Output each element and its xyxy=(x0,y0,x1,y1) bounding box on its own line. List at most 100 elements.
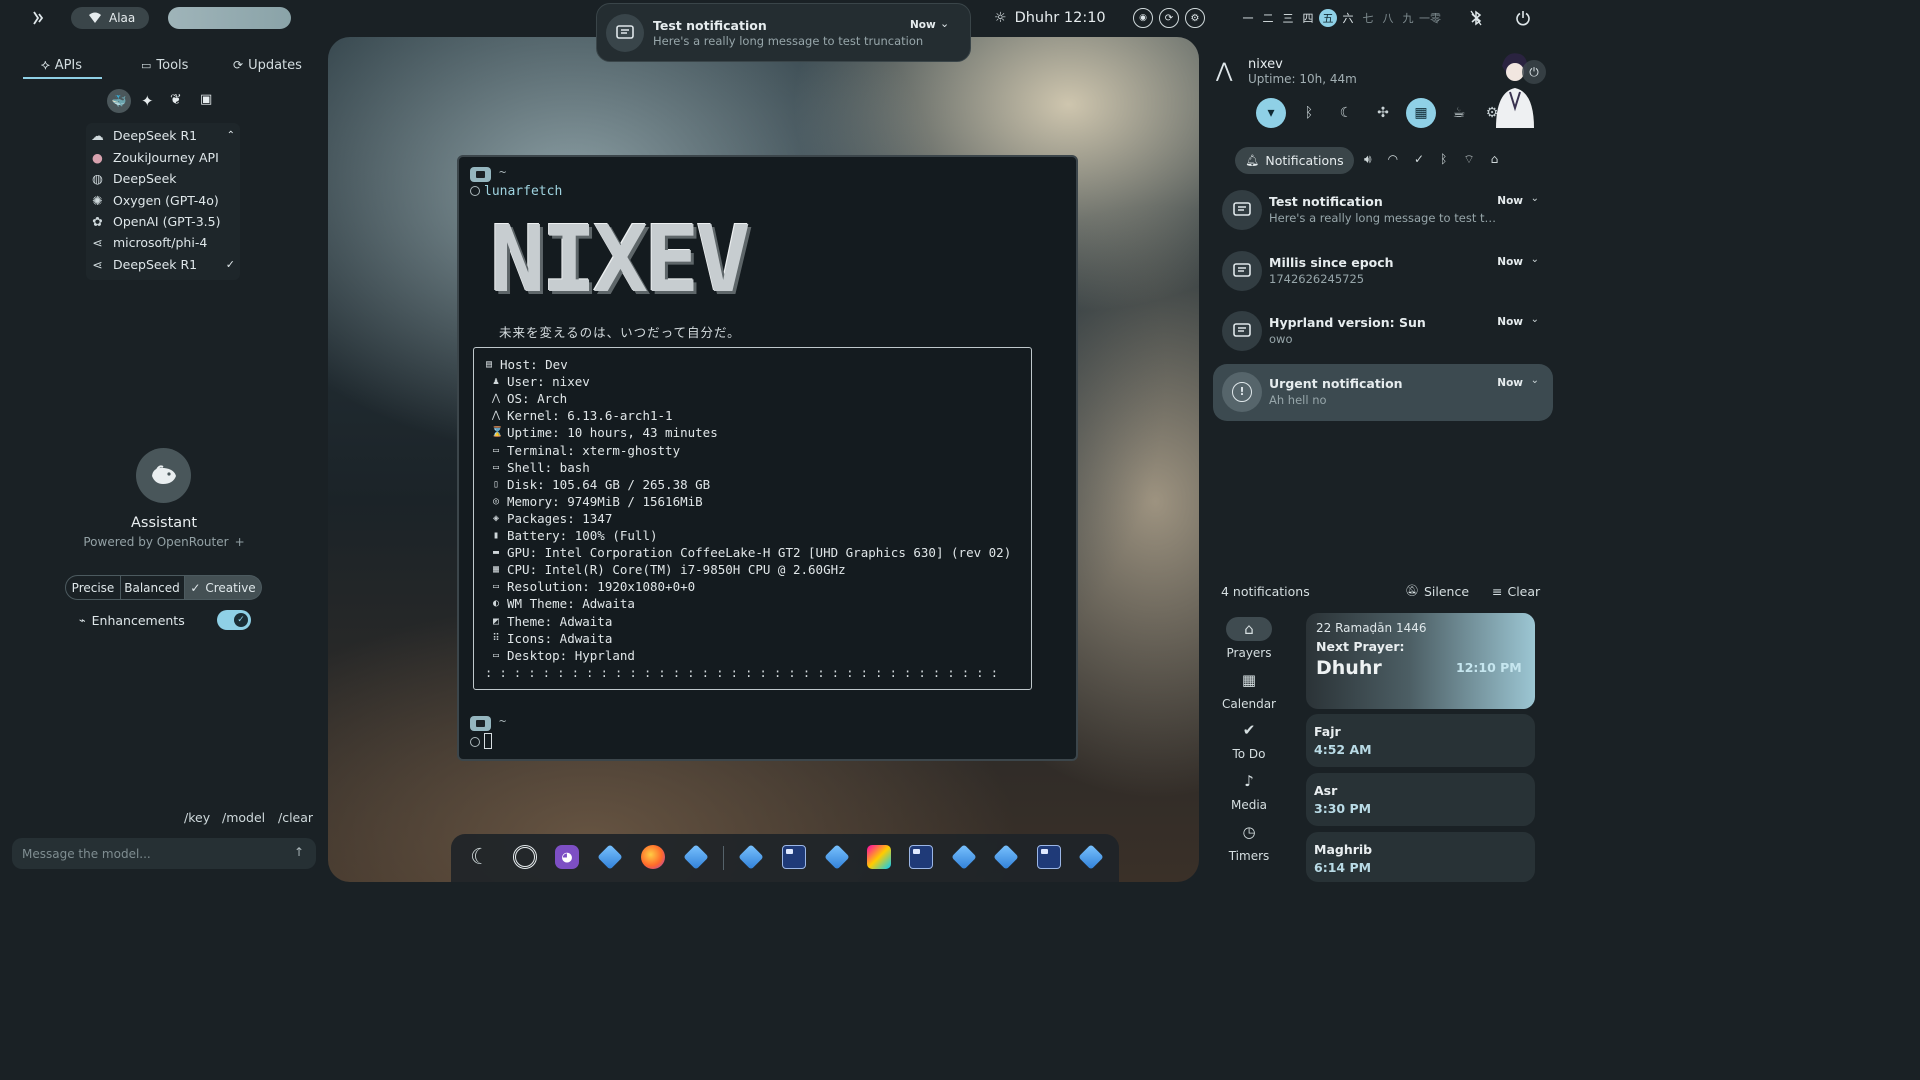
terminal-cursor[interactable] xyxy=(484,733,492,749)
model-item[interactable]: ✺ Oxygen (GPT-4o) xyxy=(88,190,240,211)
network-user-pill[interactable]: Alaa xyxy=(71,7,149,29)
notification-item[interactable]: Hyprland version: Sun owo Now ⌄ xyxy=(1213,303,1553,360)
side-tab-media[interactable]: ♪ Media xyxy=(1213,769,1285,812)
prompt-dir: ~ xyxy=(499,165,507,179)
cloudflare-toggle[interactable]: ☕ xyxy=(1444,98,1474,128)
model-item[interactable]: ● ZoukiJourney API xyxy=(88,147,240,168)
model-item[interactable]: ◍ DeepSeek xyxy=(88,168,240,189)
media-progress-pill[interactable] xyxy=(168,7,291,29)
wifi-icon[interactable]: ⌔ xyxy=(1463,152,1474,167)
mode-precise[interactable]: Precise xyxy=(65,575,121,600)
night-light-toggle[interactable]: ☾ xyxy=(1331,98,1361,128)
record-icon[interactable]: ◉ xyxy=(1133,8,1153,28)
workspace-9[interactable]: 九 xyxy=(1399,9,1417,27)
next-prayer-time: 12:10 PM xyxy=(1456,660,1522,675)
mosque-icon[interactable]: ⌂ xyxy=(1491,152,1499,167)
prayer-indicator[interactable]: ☼ Dhuhr 12:10 xyxy=(994,0,1106,36)
model-item[interactable]: ⋖ DeepSeek R1 ✓ xyxy=(88,254,240,275)
workspace-4[interactable]: 四 xyxy=(1299,9,1317,27)
vscode-icon-2[interactable] xyxy=(681,842,711,872)
workspace-6[interactable]: 六 xyxy=(1339,9,1357,27)
game-mode-toggle[interactable]: ✣ xyxy=(1368,98,1398,128)
chevron-down-icon[interactable]: ⌄ xyxy=(1531,314,1539,325)
command-clear[interactable]: /clear xyxy=(278,810,313,825)
bluetooth-icon[interactable] xyxy=(1470,0,1482,36)
provider-icon-active[interactable]: 🐳 xyxy=(107,89,131,113)
mode-balanced[interactable]: Balanced xyxy=(120,575,185,600)
workspace-1[interactable]: 一 xyxy=(1239,9,1257,27)
launcher-button[interactable] xyxy=(30,0,56,36)
sparkle-icon[interactable]: ✦ xyxy=(141,92,154,110)
notification-item[interactable]: Test notification Here's a really long me… xyxy=(1213,182,1553,239)
power-icon[interactable] xyxy=(1515,0,1531,36)
idle-inhibitor-toggle[interactable]: ▦ xyxy=(1406,98,1436,128)
tab-notifications[interactable]: 🔔︎ Notifications xyxy=(1235,147,1354,174)
chevron-down-icon[interactable]: ⌄ xyxy=(1531,254,1539,265)
model-item[interactable]: ⋖ microsoft/phi-4 xyxy=(88,232,240,253)
notification-item[interactable]: Millis since epoch 1742626245725 Now ⌄ xyxy=(1213,243,1553,300)
fetch-line: ⋀ OS: Arch xyxy=(491,391,568,407)
chevron-down-icon[interactable]: ⌄ xyxy=(1531,193,1539,204)
github-icon[interactable]: ◕ xyxy=(552,842,582,872)
moon-launcher-icon[interactable]: ☾ xyxy=(465,842,495,872)
command-key[interactable]: /key xyxy=(184,810,210,825)
side-tab-calendar[interactable]: ▦ Calendar xyxy=(1213,668,1285,711)
vscode-icon-1[interactable] xyxy=(595,842,625,872)
fetch-line: ◈ Packages: 1347 xyxy=(492,510,613,526)
chevron-down-icon[interactable]: ⌄ xyxy=(1531,375,1539,386)
cpu-icon: ▦ xyxy=(492,564,500,576)
tab-apis[interactable]: ⯎ APIs xyxy=(41,51,82,79)
side-tab-timers[interactable]: ◷ Timers xyxy=(1213,820,1285,863)
workspace-switcher[interactable]: 一二三四五六七八九一零 xyxy=(1239,0,1441,36)
chevron-down-icon[interactable]: ⌄ xyxy=(940,17,949,30)
notification-popup[interactable]: Test notification Here's a really long m… xyxy=(596,3,971,62)
command-model[interactable]: /model xyxy=(222,810,265,825)
clear-button[interactable]: ≡ Clear xyxy=(1492,584,1540,599)
power-icon[interactable]: ⏻ xyxy=(1522,60,1546,84)
vscode-icon-5[interactable] xyxy=(949,842,979,872)
bluetooth-toggle[interactable]: ᛒ xyxy=(1294,98,1324,128)
firefox-icon[interactable] xyxy=(638,842,668,872)
sync-icon[interactable]: ⟳ xyxy=(1159,8,1179,28)
volume-icon[interactable]: 🔊︎ xyxy=(1364,152,1372,167)
enhancements-toggle[interactable]: ✓ xyxy=(217,610,251,630)
notification-item[interactable]: ! Urgent notification Ah hell no Now ⌄ xyxy=(1213,363,1553,421)
translate-icon[interactable]: ▣ xyxy=(200,92,212,107)
tab-updates[interactable]: ⟳ Updates xyxy=(233,51,302,79)
wifi-toggle[interactable]: ▾ xyxy=(1256,98,1286,128)
workspace-10[interactable]: 一零 xyxy=(1419,9,1441,27)
workspace-2[interactable]: 二 xyxy=(1259,9,1277,27)
vscode-icon-7[interactable] xyxy=(1076,842,1106,872)
tab-tools[interactable]: ▭ Tools xyxy=(141,51,188,79)
workspace-3[interactable]: 三 xyxy=(1279,9,1297,27)
side-tab-prayers[interactable]: ⌂ Prayers xyxy=(1213,617,1285,660)
settings-toggle[interactable]: ⚙ xyxy=(1481,98,1503,128)
bluetooth-icon[interactable]: ᛒ xyxy=(1440,152,1447,167)
model-item[interactable]: ✿ OpenAI (GPT-3.5) xyxy=(88,211,240,232)
side-tab-to-do[interactable]: ✔ To Do xyxy=(1213,718,1285,761)
workspace-5[interactable]: 五 xyxy=(1319,9,1337,27)
color-picker-icon[interactable] xyxy=(864,842,894,872)
silence-button[interactable]: 🔕︎ Silence xyxy=(1405,584,1469,599)
vscode-icon-6[interactable] xyxy=(991,842,1021,872)
workspace-7[interactable]: 七 xyxy=(1359,9,1377,27)
workspace-8[interactable]: 八 xyxy=(1379,9,1397,27)
mode-creative[interactable]: ✓ Creative xyxy=(185,575,262,600)
anime-icon[interactable]: ❦ xyxy=(170,92,182,108)
settings-icon[interactable]: ⚙ xyxy=(1185,8,1205,28)
vscode-icon-3[interactable] xyxy=(736,842,766,872)
fetch-line: ▬ GPU: Intel Corporation CoffeeLake-H GT2… xyxy=(492,545,1012,561)
model-select-header[interactable]: ☁ DeepSeek R1 ⌃ xyxy=(88,125,240,146)
obs-icon[interactable] xyxy=(510,842,540,872)
vscode-icon-4[interactable] xyxy=(822,842,852,872)
enhancements-label: ⌁ Enhancements xyxy=(79,613,185,628)
terminal-app-icon-3[interactable] xyxy=(1034,842,1064,872)
check-icon[interactable]: ✓ xyxy=(1414,152,1424,167)
send-arrow-icon[interactable]: ↑ xyxy=(294,845,304,859)
uptime-label: Uptime: 10h, 44m xyxy=(1248,72,1357,86)
audio-mixer-icon[interactable]: ◠ xyxy=(1388,152,1398,167)
message-input[interactable]: Message the model... xyxy=(22,847,151,861)
plus-icon[interactable]: + xyxy=(235,535,245,549)
terminal-app-icon-2[interactable] xyxy=(906,842,936,872)
terminal-app-icon-1[interactable] xyxy=(779,842,809,872)
